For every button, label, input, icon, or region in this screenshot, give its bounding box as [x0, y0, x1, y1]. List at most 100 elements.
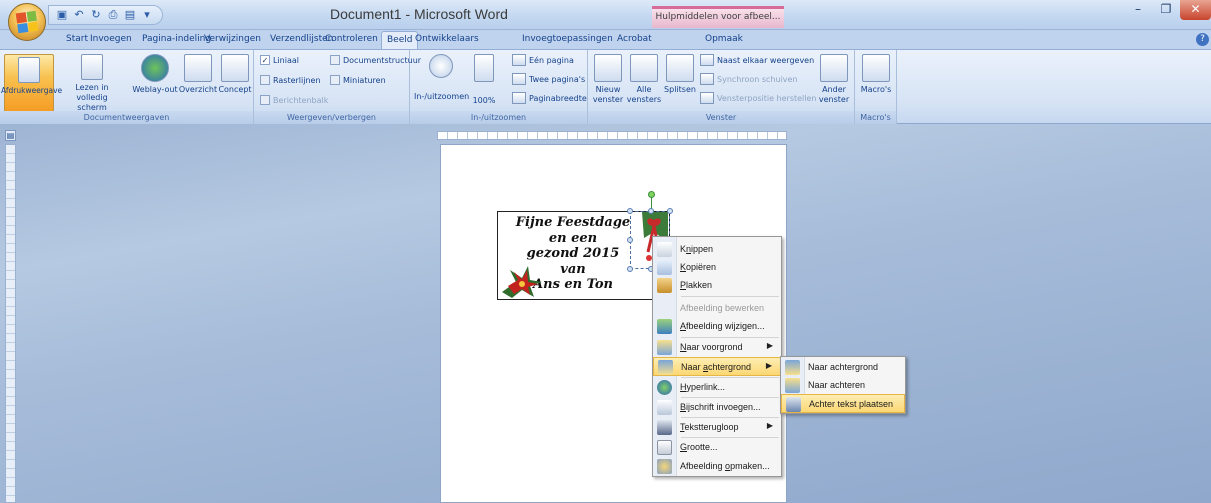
menu-label-part: Afbeelding — [680, 461, 726, 471]
page-width-button[interactable]: Paginabreedte — [512, 92, 587, 104]
tab-controleren[interactable]: Controleren — [325, 34, 378, 44]
synchronous-scrolling-label: Synchroon schuiven — [717, 74, 798, 84]
maximize-button[interactable]: ❐ — [1152, 0, 1180, 20]
submenu-item-achter-tekst-plaatsen[interactable]: Achter tekst plaatsen — [781, 394, 905, 413]
tab-beeld[interactable]: Beeld — [381, 31, 419, 49]
new-window-icon — [594, 54, 622, 82]
ribbon: Afdrukweergave Lezen in volledig scherm … — [0, 49, 1211, 124]
outline-button[interactable]: Overzicht — [178, 54, 218, 95]
title-bar: ▣ ↶ ↻ ⎙ ▤ ▾ Document1 - Microsoft Word H… — [0, 0, 1211, 30]
switch-window-label: Ander venster — [818, 85, 850, 104]
menu-item-hyperlink[interactable]: Hyperlink... — [653, 378, 781, 397]
menu-label-part: Naar — [681, 362, 704, 372]
submenu-item-naar-achtergrond[interactable]: Naar achtergrond — [781, 358, 905, 377]
zoom-100-button[interactable]: 100% — [470, 54, 498, 106]
outline-label: Overzicht — [178, 85, 218, 94]
switch-window-button[interactable]: Ander venster — [816, 54, 852, 105]
resize-handle[interactable] — [627, 266, 633, 272]
checkbox-unchecked-icon — [260, 95, 270, 105]
arrange-all-button[interactable]: Alle vensters — [626, 54, 662, 105]
quick-print-icon[interactable]: ▤ — [123, 8, 137, 22]
tab-invoegtoepassingen[interactable]: Invoegtoepassingen — [522, 34, 613, 44]
paste-icon — [657, 278, 672, 293]
macros-button[interactable]: Macro's — [858, 54, 894, 95]
document-map-checkbox[interactable]: Documentstructuur — [330, 55, 421, 65]
menu-item-afbeelding-opmaken[interactable]: Afbeelding opmaken... — [653, 457, 781, 476]
tab-verzendlijsten[interactable]: Verzendlijsten — [270, 34, 333, 44]
submenu-arrow-icon: ▶ — [766, 421, 773, 430]
group-zoom: In-/uitzoomen 100% Eén pagina Twee pagin… — [410, 50, 588, 124]
tab-acrobat[interactable]: Acrobat — [617, 34, 652, 44]
office-button[interactable] — [8, 3, 46, 41]
menu-item-bijschrift-invoegen[interactable]: Bijschrift invoegen... — [653, 398, 781, 417]
gridlines-checkbox[interactable]: Rasterlijnen — [260, 75, 321, 85]
thumbnails-checkbox[interactable]: Miniaturen — [330, 75, 386, 85]
copy-icon — [657, 260, 672, 275]
rotation-handle[interactable] — [648, 191, 655, 198]
tab-verwijzingen[interactable]: Verwijzingen — [204, 34, 261, 44]
two-pages-button[interactable]: Twee pagina's — [512, 73, 585, 85]
two-pages-icon — [512, 73, 526, 85]
close-button[interactable]: ✕ — [1180, 0, 1211, 20]
horizontal-ruler[interactable] — [437, 131, 787, 140]
menu-item-grootte[interactable]: Grootte... — [653, 438, 781, 457]
page-width-icon — [512, 92, 526, 104]
menu-item-tekstterugloop[interactable]: Tekstterugloop ▶ — [653, 418, 781, 437]
draft-label: Concept — [218, 85, 252, 94]
tab-start[interactable]: Start — [66, 34, 88, 44]
send-backward-icon — [658, 360, 673, 375]
tab-invoegen[interactable]: Invoegen — [90, 34, 132, 44]
tab-pagina-indeling[interactable]: Pagina-indeling — [142, 34, 211, 44]
menu-item-afbeelding-wijzigen[interactable]: Afbeelding wijzigen... — [653, 317, 781, 336]
zoom-button[interactable]: In-/uitzoomen — [414, 54, 469, 102]
menu-label-part: ekstterugloop — [684, 422, 739, 432]
menu-item-naar-achtergrond[interactable]: Naar achtergrond ▶ — [653, 357, 781, 376]
group-label-macros: Macro's — [855, 111, 896, 124]
menu-label-part: fbeelding wijzigen... — [686, 321, 765, 331]
qat-more-icon[interactable]: ▾ — [140, 8, 154, 22]
send-backward-icon — [785, 378, 800, 393]
menu-item-naar-voorgrond[interactable]: Naar voorgrond ▶ — [653, 338, 781, 357]
menu-label: Naar achteren — [808, 380, 866, 390]
resize-handle[interactable] — [627, 208, 633, 214]
submenu-arrow-icon: ▶ — [765, 361, 772, 370]
minimize-button[interactable]: – — [1124, 0, 1152, 20]
send-to-back-icon — [785, 360, 800, 375]
split-button[interactable]: Splitsen — [662, 54, 698, 95]
group-label-venster: Venster — [588, 111, 854, 124]
switch-window-icon — [820, 54, 848, 82]
menu-item-plakken[interactable]: Plakken — [653, 276, 781, 295]
draft-button[interactable]: Concept — [217, 54, 253, 95]
tab-ontwikkelaars[interactable]: Ontwikkelaars — [415, 34, 479, 44]
print-preview-icon[interactable]: ⎙ — [106, 8, 120, 22]
submenu-item-naar-achteren[interactable]: Naar achteren — [781, 376, 905, 395]
caption-icon — [657, 400, 672, 415]
resize-handle[interactable] — [667, 208, 673, 214]
full-screen-reading-button[interactable]: Lezen in volledig scherm — [66, 54, 118, 113]
menu-label-part: ijschrift invoegen... — [686, 402, 761, 412]
redo-icon[interactable]: ↻ — [89, 8, 103, 22]
new-window-button[interactable]: Nieuw venster — [591, 54, 625, 105]
menu-item-knippen[interactable]: Knippen — [653, 240, 781, 259]
web-layout-button[interactable]: Weblay-out — [131, 54, 179, 95]
message-bar-label: Berichtenbalk — [273, 95, 329, 105]
resize-handle[interactable] — [648, 208, 654, 214]
zoom-100-label: 100% — [472, 96, 496, 105]
one-page-button[interactable]: Eén pagina — [512, 54, 574, 66]
ruler-toggle-button[interactable]: ▤ — [5, 130, 16, 141]
gridlines-label: Rasterlijnen — [273, 75, 321, 85]
menu-label-part: yperlink... — [686, 382, 726, 392]
undo-icon[interactable]: ↶ — [72, 8, 86, 22]
save-icon[interactable]: ▣ — [55, 8, 69, 22]
menu-label: Afbeelding bewerken — [680, 303, 765, 313]
resize-handle[interactable] — [627, 237, 633, 243]
side-by-side-button[interactable]: Naast elkaar weergeven — [700, 54, 814, 66]
ruler-checkbox[interactable]: ✓ Liniaal — [260, 55, 299, 65]
help-icon[interactable]: ? — [1196, 33, 1209, 46]
submenu-arrow-icon: ▶ — [766, 341, 773, 350]
menu-item-kopieren[interactable]: Kopiëren — [653, 258, 781, 277]
menu-label: Achter tekst plaatsen — [809, 399, 894, 409]
group-macros: Macro's Macro's — [855, 50, 897, 124]
tab-opmaak[interactable]: Opmaak — [705, 34, 743, 44]
print-layout-button[interactable]: Afdrukweergave — [1, 54, 62, 112]
